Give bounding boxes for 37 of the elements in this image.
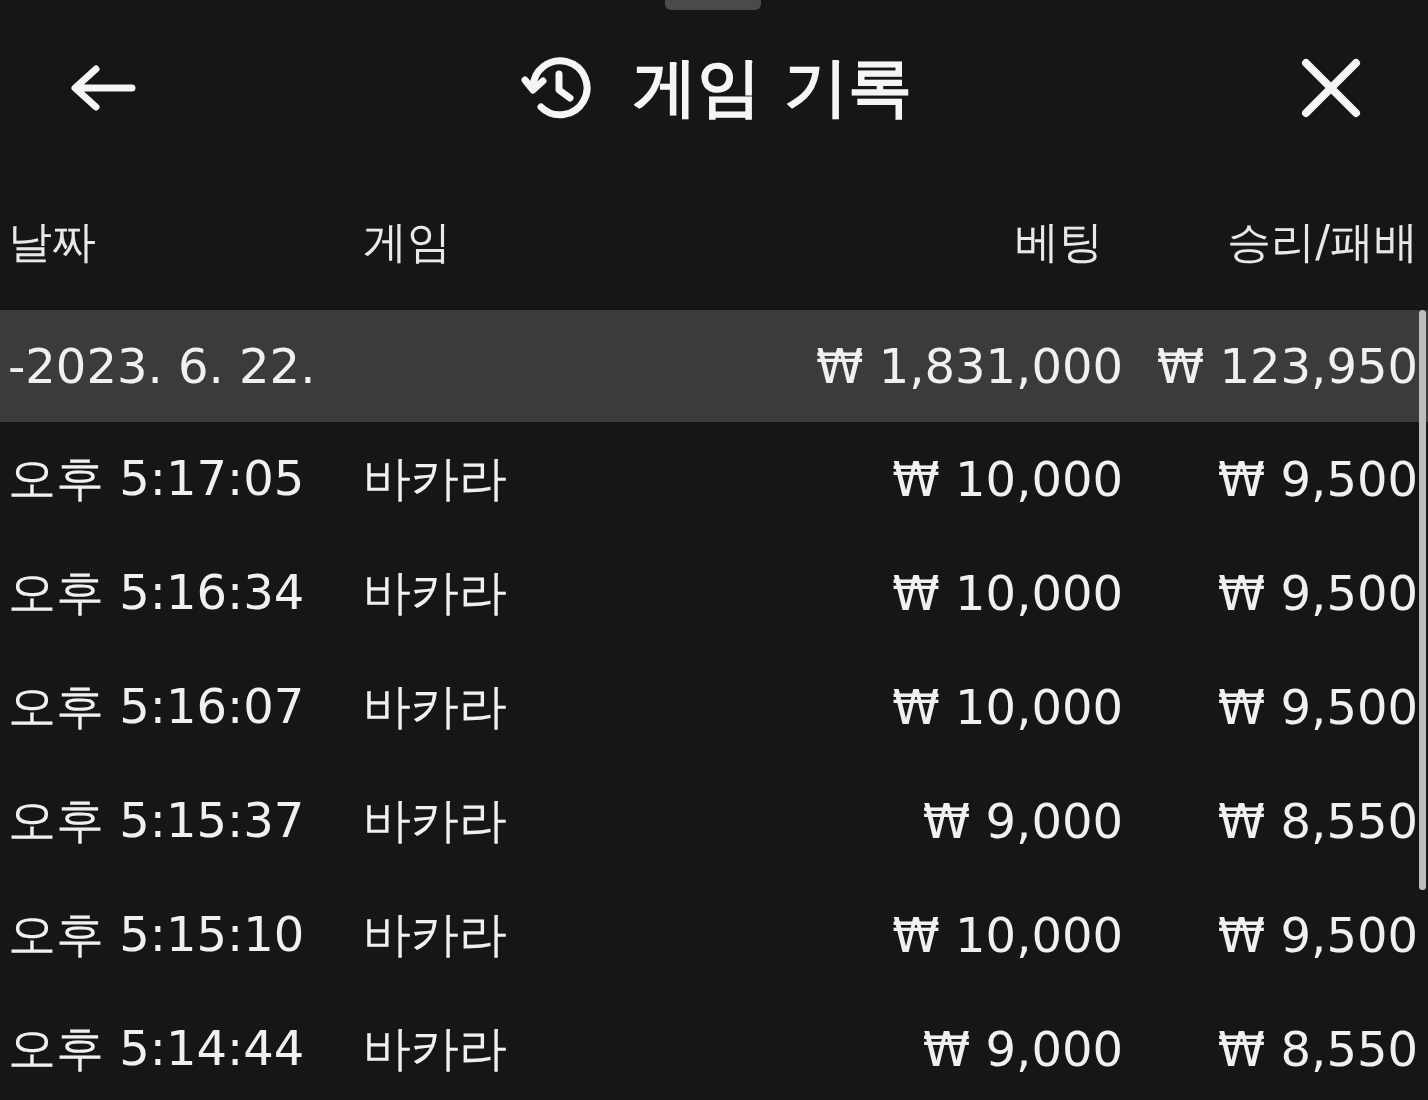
back-arrow-icon <box>69 64 136 111</box>
result-cell: ₩ 8,550 <box>1217 1021 1418 1077</box>
bet-cell: ₩ 10,000 <box>892 565 1123 621</box>
scrollbar[interactable] <box>1419 310 1426 890</box>
result-cell: ₩ 9,500 <box>1217 907 1418 963</box>
bet-total-cell: ₩ 1,831,000 <box>816 338 1123 394</box>
game-cell-text: 바카라 <box>363 1019 507 1078</box>
date-cell: -2023. 6. 22. <box>8 338 316 394</box>
time-cell-text: 오후 5:16:07 <box>8 677 305 736</box>
page-title: 게임 기록 <box>633 49 912 126</box>
time-cell-text: 오후 5:17:05 <box>8 449 305 508</box>
result-cell: ₩ 9,500 <box>1217 451 1418 507</box>
bet-cell: ₩ 9,000 <box>922 793 1123 849</box>
game-cell-text: 바카라 <box>363 905 507 964</box>
result-total-cell: ₩ 123,950 <box>1156 338 1418 394</box>
close-icon <box>1299 56 1362 119</box>
bet-cell: ₩ 10,000 <box>892 907 1123 963</box>
bet-cell: ₩ 10,000 <box>892 679 1123 735</box>
time-cell-text: 오후 5:14:44 <box>8 1019 305 1078</box>
game-cell-text: 바카라 <box>363 449 507 508</box>
result-cell: ₩ 9,500 <box>1217 679 1418 735</box>
column-header: 베팅 <box>1015 215 1103 269</box>
column-header: 승리/패배 <box>1227 215 1418 269</box>
column-header: 게임 <box>363 215 451 269</box>
result-cell: ₩ 9,500 <box>1217 565 1418 621</box>
time-cell-text: 오후 5:15:37 <box>8 791 305 850</box>
bet-cell: ₩ 10,000 <box>892 451 1123 507</box>
game-cell-text: 바카라 <box>363 677 507 736</box>
game-cell-text: 바카라 <box>363 791 507 850</box>
column-header: 날짜 <box>8 215 96 269</box>
time-cell-text: 오후 5:16:34 <box>8 563 305 622</box>
bet-cell: ₩ 9,000 <box>922 1021 1123 1077</box>
game-cell-text: 바카라 <box>363 563 507 622</box>
drag-handle[interactable] <box>665 0 761 10</box>
time-cell-text: 오후 5:15:10 <box>8 905 305 964</box>
date-group-row[interactable]: -2023. 6. 22. ₩ 1,831,000 ₩ 123,950 <box>0 310 1428 422</box>
result-cell: ₩ 8,550 <box>1217 793 1418 849</box>
